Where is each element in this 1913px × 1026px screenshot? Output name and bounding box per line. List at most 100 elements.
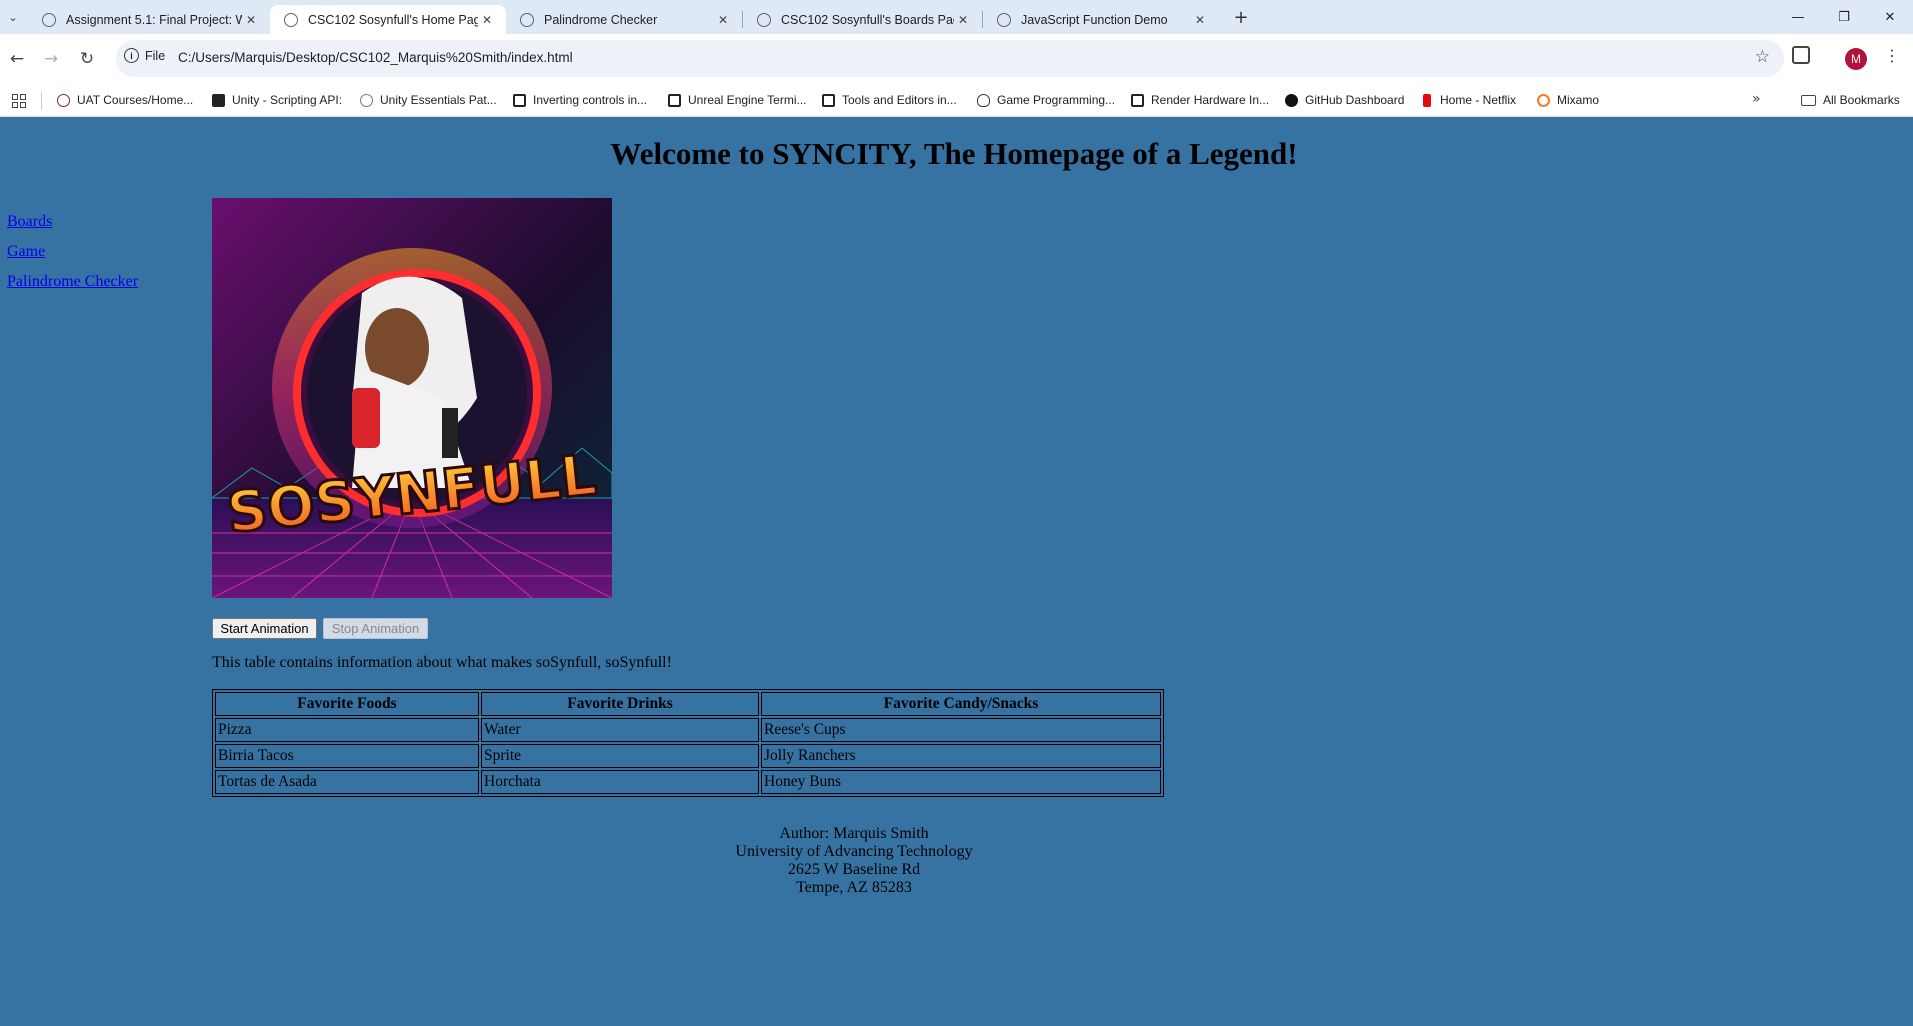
tab-close-icon[interactable]: ✕ [242, 13, 260, 27]
bookmark-label: Inverting controls in... [533, 93, 648, 107]
epic-games-icon [822, 93, 835, 107]
all-bookmarks-label: All Bookmarks [1823, 93, 1900, 107]
table-cell: Reese's Cups [761, 718, 1161, 742]
bookmarks-divider [41, 92, 42, 110]
reload-icon[interactable]: ↻ [70, 42, 104, 76]
scheme-label: File [145, 48, 166, 63]
url-text[interactable]: C:/Users/Marquis/Desktop/CSC102_Marquis%… [178, 50, 573, 65]
bookmark-label: Unreal Engine Termi... [688, 93, 807, 107]
bookmark-label: Render Hardware In... [1151, 93, 1270, 107]
bookmark-inverting-controls[interactable]: Inverting controls in... [513, 93, 647, 107]
table-cell: Horchata [481, 770, 759, 794]
folder-icon [1801, 94, 1816, 106]
footer-author: Author: Marquis Smith [779, 825, 929, 842]
bookmark-unreal-engine-terminal[interactable]: Unreal Engine Termi... [668, 93, 807, 107]
bookmark-mixamo[interactable]: Mixamo [1537, 93, 1599, 107]
new-tab-plus-icon[interactable]: + [1228, 4, 1254, 30]
tab-javascript-demo[interactable]: JavaScript Function Demo ✕ [983, 5, 1219, 34]
bookmark-label: UAT Courses/Home... [77, 93, 194, 107]
restore-icon[interactable]: ❐ [1821, 0, 1867, 34]
table-cell: Pizza [215, 718, 479, 742]
tab-label: Assignment 5.1: Final Project: W [66, 12, 242, 27]
nav-link-boards[interactable]: Boards [7, 207, 138, 237]
table-cell: Birria Tacos [215, 744, 479, 768]
table-cell: Tortas de Asada [215, 770, 479, 794]
profile-avatar[interactable]: M [1845, 48, 1867, 70]
nav-link-game[interactable]: Game [7, 237, 138, 267]
column-header-favorite-foods: Favorite Foods [215, 692, 479, 716]
close-window-icon[interactable]: ✕ [1867, 0, 1913, 34]
footer-school: University of Advancing Technology [735, 843, 973, 860]
tab-boards-page[interactable]: CSC102 Sosynfull's Boards Page ✕ [743, 5, 982, 34]
bookmark-label: Tools and Editors in... [842, 93, 957, 107]
tab-home-page[interactable]: CSC102 Sosynfull's Home Page ✕ [270, 5, 506, 34]
lightbulb-icon [977, 93, 990, 107]
nav-link-palindrome-checker[interactable]: Palindrome Checker [7, 267, 138, 297]
bookmark-github-dashboard[interactable]: GitHub Dashboard [1285, 93, 1404, 107]
bookmark-label: Game Programming... [997, 93, 1116, 107]
tab-label: JavaScript Function Demo [1021, 12, 1168, 27]
table-cell: Honey Buns [761, 770, 1161, 794]
netflix-icon [1423, 93, 1431, 107]
site-info-chip[interactable]: i File [124, 48, 165, 63]
tab-close-icon[interactable]: ✕ [478, 13, 496, 27]
table-intro-text: This table contains information about wh… [212, 654, 672, 671]
tab-label: CSC102 Sosynfull's Home Page [308, 12, 478, 27]
page-title: Welcome to SYNCITY, The Homepage of a Le… [610, 136, 1298, 171]
browser-menu-icon[interactable]: ⋮ [1884, 46, 1900, 65]
more-bookmarks-chevron-icon[interactable]: » [1752, 91, 1761, 107]
table-cell: Jolly Ranchers [761, 744, 1161, 768]
tab-strip: ⌄ Assignment 5.1: Final Project: W ✕ CSC… [0, 0, 1913, 34]
tab-assignment[interactable]: Assignment 5.1: Final Project: W ✕ [28, 5, 270, 34]
bookmark-unity-essentials[interactable]: Unity Essentials Pat... [360, 93, 497, 107]
bookmark-tools-and-editors[interactable]: Tools and Editors in... [822, 93, 957, 107]
bookmark-render-hardware[interactable]: Render Hardware In... [1131, 93, 1269, 107]
github-icon [1285, 93, 1298, 107]
bookmark-uat-courses[interactable]: UAT Courses/Home... [57, 93, 193, 107]
bookmark-label: Home - Netflix [1440, 93, 1517, 107]
column-header-favorite-drinks: Favorite Drinks [481, 692, 759, 716]
epic-games-icon [513, 93, 526, 107]
tab-close-icon[interactable]: ✕ [714, 13, 732, 27]
uat-logo-icon [57, 93, 70, 107]
minimize-icon[interactable]: — [1775, 0, 1821, 34]
tab-palindrome-checker[interactable]: Palindrome Checker ✕ [506, 5, 742, 34]
tab-favicon-icon [42, 12, 56, 27]
tab-close-icon[interactable]: ✕ [1191, 13, 1209, 27]
back-arrow-icon[interactable]: ← [0, 42, 34, 76]
tab-search-icon[interactable]: ⌄ [0, 0, 26, 34]
side-navigation: Boards Game Palindrome Checker [7, 207, 138, 297]
extensions-puzzle-icon[interactable] [1792, 46, 1810, 64]
bookmark-label: Mixamo [1557, 93, 1600, 107]
start-animation-button[interactable]: Start Animation [212, 618, 317, 639]
sosynfull-logo-image: SOSYNFULL [212, 198, 612, 598]
page-footer: Author: Marquis Smith University of Adva… [0, 825, 1708, 897]
page-content: Welcome to SYNCITY, The Homepage of a Le… [0, 117, 1913, 1026]
epic-games-icon [668, 93, 681, 107]
table-row: Tortas de Asada Horchata Honey Buns [215, 770, 1161, 794]
epic-games-icon [1131, 93, 1144, 107]
forward-arrow-icon[interactable]: → [34, 42, 68, 76]
tab-favicon-icon [997, 12, 1011, 27]
bookmark-star-icon[interactable]: ☆ [1755, 47, 1770, 67]
table-header-row: Favorite Foods Favorite Drinks Favorite … [215, 692, 1161, 716]
table-row: Pizza Water Reese's Cups [215, 718, 1161, 742]
bookmark-game-programming[interactable]: Game Programming... [977, 93, 1115, 107]
address-bar[interactable]: i File C:/Users/Marquis/Desktop/CSC102_M… [116, 40, 1784, 77]
table-cell: Water [481, 718, 759, 742]
all-bookmarks-folder[interactable]: All Bookmarks [1801, 93, 1900, 107]
footer-street: 2625 W Baseline Rd [787, 861, 921, 878]
unity-learn-icon [360, 93, 373, 107]
tab-close-icon[interactable]: ✕ [954, 13, 972, 27]
bookmark-label: Unity - Scripting API: [232, 93, 343, 107]
tab-favicon-icon [757, 12, 771, 27]
tab-favicon-icon [520, 12, 534, 27]
apps-grid-icon[interactable] [12, 94, 26, 108]
tab-favicon-icon [284, 12, 298, 27]
logo-artwork: SOSYNFULL [212, 198, 612, 598]
info-icon: i [124, 48, 139, 63]
bookmark-label: GitHub Dashboard [1305, 93, 1405, 107]
bookmark-netflix[interactable]: Home - Netflix [1423, 93, 1516, 107]
bookmark-unity-scripting[interactable]: Unity - Scripting API: [212, 93, 342, 107]
stop-animation-button[interactable]: Stop Animation [323, 618, 428, 639]
